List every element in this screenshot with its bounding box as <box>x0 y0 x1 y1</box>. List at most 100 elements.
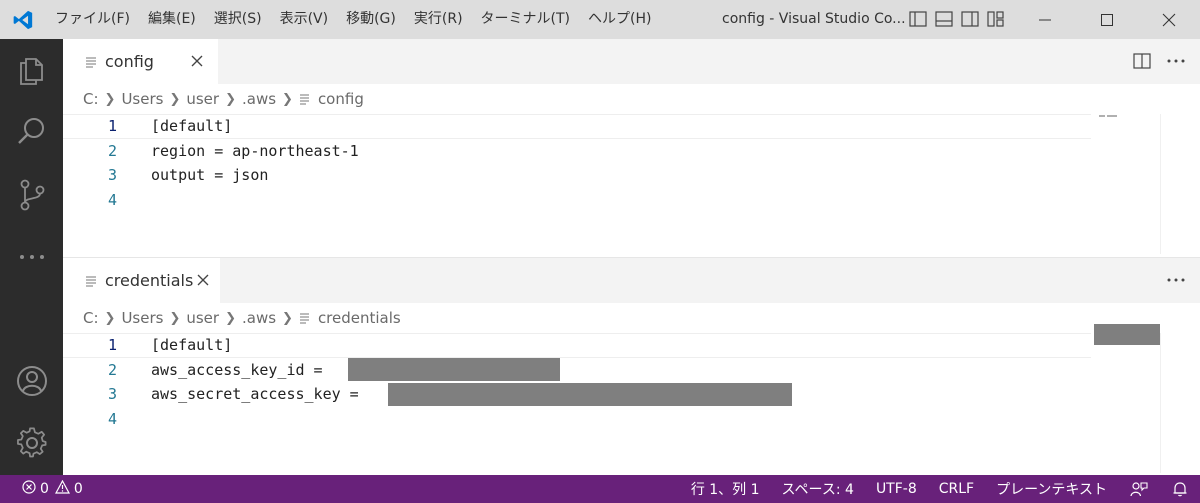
line-number: 3 <box>107 166 117 185</box>
line-text: aws_secret_access_key = <box>151 385 368 404</box>
chevron-right-icon: ❯ <box>282 310 293 326</box>
line-text: [default] <box>151 117 233 136</box>
chevron-right-icon: ❯ <box>104 91 116 107</box>
minimize-button[interactable] <box>1014 0 1076 39</box>
window-title: config - Visual Studio Co... <box>722 11 906 27</box>
breadcrumb-item[interactable]: user <box>186 309 219 327</box>
file-icon <box>299 312 310 324</box>
editor-group-config: config C: ❯ Users ❯ user ❯ .aws ❯ config <box>63 39 1200 257</box>
code-editor[interactable]: 1 [default] 2 aws_access_key_id = 3 aws_… <box>63 333 1200 431</box>
status-right: 行 1、列 1 スペース: 4 UTF-8 CRLF プレーンテキスト <box>680 475 1200 503</box>
close-window-button[interactable] <box>1138 0 1200 39</box>
more-icon[interactable] <box>0 233 63 281</box>
redacted-access-key <box>348 358 560 382</box>
file-icon <box>85 55 97 69</box>
chevron-right-icon: ❯ <box>225 310 236 326</box>
code-line: 1 [default] <box>63 114 1091 139</box>
window-controls <box>1014 0 1200 39</box>
line-number: 2 <box>107 141 117 160</box>
account-icon[interactable] <box>0 357 63 405</box>
editor-actions <box>1166 270 1186 290</box>
line-number: 4 <box>107 190 117 209</box>
file-icon <box>85 274 97 288</box>
close-tab-icon[interactable] <box>194 271 212 289</box>
line-number: 1 <box>107 336 117 355</box>
end-of-line[interactable]: CRLF <box>928 481 985 497</box>
menu-file[interactable]: ファイル(F) <box>46 0 139 39</box>
scrollbar[interactable] <box>1160 333 1161 473</box>
line-number: 4 <box>107 409 117 428</box>
code-line: 3 output = json <box>63 163 1200 188</box>
line-text: output = json <box>151 166 269 185</box>
more-actions-icon[interactable] <box>1166 270 1186 290</box>
minimap[interactable] <box>1099 115 1119 118</box>
error-count: 0 <box>40 481 49 497</box>
breadcrumb-file[interactable]: config <box>299 90 364 108</box>
menu-run[interactable]: 実行(R) <box>405 0 472 39</box>
more-actions-icon[interactable] <box>1166 51 1186 71</box>
maximize-button[interactable] <box>1076 0 1138 39</box>
toggle-panel-icon[interactable] <box>934 9 954 29</box>
minimap-redacted <box>1094 324 1160 345</box>
tab-label: credentials <box>105 271 194 290</box>
code-line: 2 region = ap-northeast-1 <box>63 139 1200 164</box>
cursor-position[interactable]: 行 1、列 1 <box>680 479 771 499</box>
tab-label: config <box>105 52 154 71</box>
warning-count: 0 <box>73 481 83 497</box>
toggle-secondary-sidebar-icon[interactable] <box>960 9 980 29</box>
menu-edit[interactable]: 編集(E) <box>139 0 205 39</box>
tab-credentials[interactable]: credentials <box>63 258 220 303</box>
breadcrumb-item[interactable]: .aws <box>242 309 276 327</box>
editor-group-credentials: credentials C: ❯ Users ❯ user ❯ .aws ❯ c… <box>63 257 1200 475</box>
breadcrumb-item[interactable]: C: <box>83 90 99 108</box>
problems-indicator[interactable]: 0 0 <box>0 479 83 498</box>
code-line: 4 <box>63 407 1200 432</box>
settings-gear-icon[interactable] <box>0 419 63 467</box>
tab-strip: config <box>63 39 1200 84</box>
chevron-right-icon: ❯ <box>225 91 236 107</box>
title-bar: ファイル(F) 編集(E) 選択(S) 表示(V) 移動(G) 実行(R) ター… <box>0 0 1200 39</box>
warning-icon <box>54 479 70 498</box>
line-number: 3 <box>107 385 117 404</box>
search-icon[interactable] <box>0 107 63 155</box>
customize-layout-icon[interactable] <box>986 9 1006 29</box>
close-tab-icon[interactable] <box>188 52 206 70</box>
explorer-icon[interactable] <box>0 45 63 93</box>
breadcrumb-item[interactable]: Users <box>121 90 163 108</box>
code-editor[interactable]: 1 [default] 2 region = ap-northeast-1 3 … <box>63 114 1200 212</box>
menu-selection[interactable]: 選択(S) <box>205 0 271 39</box>
chevron-right-icon: ❯ <box>169 91 181 107</box>
breadcrumb-item[interactable]: C: <box>83 309 99 327</box>
menu-terminal[interactable]: ターミナル(T) <box>472 0 579 39</box>
menu-bar: ファイル(F) 編集(E) 選択(S) 表示(V) 移動(G) 実行(R) ター… <box>46 0 660 39</box>
status-bar: 0 0 行 1、列 1 スペース: 4 UTF-8 CRLF プレーンテキスト <box>0 475 1200 503</box>
breadcrumb-file[interactable]: credentials <box>299 309 401 327</box>
activity-bar <box>0 39 63 475</box>
editor-actions <box>1132 51 1186 71</box>
menu-view[interactable]: 表示(V) <box>271 0 338 39</box>
notifications-bell-icon[interactable] <box>1160 481 1200 497</box>
source-control-icon[interactable] <box>0 171 63 219</box>
line-text: [default] <box>151 336 233 355</box>
tab-strip: credentials <box>63 258 1200 303</box>
split-editor-icon[interactable] <box>1132 51 1152 71</box>
line-number: 2 <box>107 360 117 379</box>
breadcrumb-item[interactable]: .aws <box>242 90 276 108</box>
code-line: 4 <box>63 188 1200 213</box>
toggle-primary-sidebar-icon[interactable] <box>908 9 928 29</box>
tab-config[interactable]: config <box>63 39 218 84</box>
menu-go[interactable]: 移動(G) <box>337 0 405 39</box>
line-text: aws_access_key_id = <box>151 360 332 379</box>
vscode-logo-icon <box>0 0 46 39</box>
feedback-icon[interactable] <box>1118 481 1160 497</box>
breadcrumb-file-label: credentials <box>317 309 401 327</box>
layout-controls <box>908 9 1006 29</box>
scrollbar[interactable] <box>1160 114 1161 254</box>
language-mode[interactable]: プレーンテキスト <box>985 479 1118 499</box>
chevron-right-icon: ❯ <box>169 310 181 326</box>
indentation[interactable]: スペース: 4 <box>771 479 865 499</box>
breadcrumb-item[interactable]: user <box>186 90 219 108</box>
breadcrumb-item[interactable]: Users <box>121 309 163 327</box>
encoding[interactable]: UTF-8 <box>865 481 928 497</box>
menu-help[interactable]: ヘルプ(H) <box>579 0 660 39</box>
